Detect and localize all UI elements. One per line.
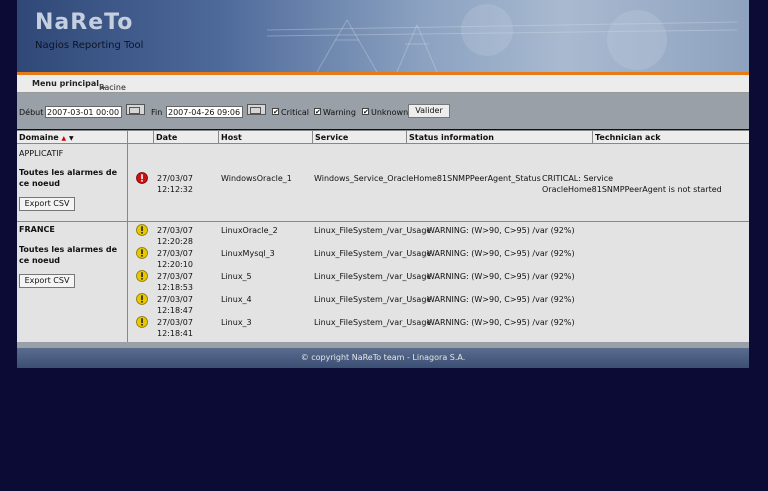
warning-icon: [136, 224, 148, 236]
group-name: FRANCE: [19, 225, 55, 234]
row-host: Linux_3: [221, 318, 252, 327]
row-date: 27/03/07 12:18:47: [157, 295, 193, 315]
breadcrumb-root-link[interactable]: Menu principal: [32, 79, 99, 88]
column-divider: [218, 130, 219, 144]
row-date: 27/03/07 12:12:32: [157, 174, 193, 194]
row-status: WARNING: (W>90, C>95) /var (92%): [427, 226, 575, 235]
column-status: Status information: [409, 133, 494, 142]
row-service: Linux_FileSystem_/var_Usage: [314, 295, 432, 304]
start-date-input[interactable]: 2007-03-01 00:00: [45, 106, 122, 118]
group-subtitle: Toutes les alarmes de ce noeud: [19, 168, 118, 188]
column-ack: Technician ack: [595, 133, 661, 142]
warning-checkbox[interactable]: ✔: [314, 108, 321, 116]
column-service: Service: [315, 133, 349, 142]
row-service: Windows_Service_OracleHome81SNMPPeerAgen…: [314, 174, 541, 183]
warning-icon: [136, 316, 148, 328]
column-host: Host: [221, 133, 242, 142]
row-host: LinuxOracle_2: [221, 226, 278, 235]
group-subtitle: Toutes les alarmes de ce noeud: [19, 245, 118, 265]
warning-icon: [136, 247, 148, 259]
critical-icon: [136, 172, 148, 184]
export-csv-button[interactable]: Export CSV: [19, 274, 75, 288]
row-date: 27/03/07 12:20:28: [157, 226, 193, 246]
unknown-checkbox-label: Unknown: [371, 108, 409, 117]
row-status: WARNING: (W>90, C>95) /var (92%): [427, 272, 575, 281]
warning-icon: [136, 270, 148, 282]
sort-asc-icon[interactable]: ▲: [62, 135, 67, 142]
validate-button[interactable]: Valider: [408, 104, 450, 118]
logo-title: NaReTo: [35, 10, 134, 35]
alarm-table: Domaine ▲ ▼ Date Host Service Status inf…: [17, 130, 749, 342]
start-calendar-button[interactable]: [126, 104, 145, 115]
row-host: Linux_5: [221, 272, 252, 281]
row-service: Linux_FileSystem_/var_Usage: [314, 249, 432, 258]
row-host: LinuxMysql_3: [221, 249, 275, 258]
column-divider: [406, 130, 407, 144]
header-banner: NaReTo Nagios Reporting Tool: [17, 0, 749, 72]
end-date-label: Fin: [151, 108, 163, 117]
row-service: Linux_FileSystem_/var_Usage: [314, 226, 432, 235]
unknown-checkbox[interactable]: ✔: [362, 108, 369, 116]
logo-subtitle: Nagios Reporting Tool: [35, 40, 144, 51]
start-date-label: Début: [19, 108, 44, 117]
breadcrumb-current-label: Racine: [99, 83, 126, 92]
warning-checkbox-label: Warning: [323, 108, 356, 117]
row-host: Linux_4: [221, 295, 252, 304]
critical-checkbox[interactable]: ✔: [272, 108, 279, 116]
column-divider: [312, 130, 313, 144]
filter-bar: Début 2007-03-01 00:00 Fin 2007-04-26 09…: [17, 93, 749, 129]
footer: © copyright NaReTo team - Linagora S.A.: [17, 348, 749, 368]
column-domain[interactable]: Domaine ▲ ▼: [19, 133, 74, 142]
row-host: WindowsOracle_1: [221, 174, 292, 183]
row-date: 27/03/07 12:20:10: [157, 249, 193, 269]
row-date: 27/03/07 12:18:53: [157, 272, 193, 292]
group-name: APPLICATIF: [19, 149, 64, 158]
critical-checkbox-label: Critical: [281, 108, 309, 117]
row-status: WARNING: (W>90, C>95) /var (92%): [427, 249, 575, 258]
end-calendar-button[interactable]: [247, 104, 266, 115]
row-date: 27/03/07 12:18:41: [157, 318, 193, 338]
column-date: Date: [156, 133, 178, 142]
row-service: Linux_FileSystem_/var_Usage: [314, 318, 432, 327]
warning-icon: [136, 293, 148, 305]
column-divider: [592, 130, 593, 144]
group-divider: [17, 221, 749, 222]
row-status-line2: OracleHome81SNMPPeerAgent is not started: [542, 185, 722, 194]
row-status: WARNING: (W>90, C>95) /var (92%): [427, 295, 575, 304]
column-divider: [153, 130, 154, 144]
row-status: WARNING: (W>90, C>95) /var (92%): [427, 318, 575, 327]
app-frame: NaReTo Nagios Reporting Tool Menu princi…: [17, 0, 749, 368]
export-csv-button[interactable]: Export CSV: [19, 197, 75, 211]
end-date-input[interactable]: 2007-04-26 09:06: [166, 106, 243, 118]
breadcrumb: Menu principal > Racine: [17, 75, 749, 93]
column-divider: [127, 130, 128, 342]
row-status-line1: CRITICAL: Service: [542, 174, 614, 183]
row-service: Linux_FileSystem_/var_Usage: [314, 272, 432, 281]
sort-desc-icon[interactable]: ▼: [69, 135, 74, 142]
